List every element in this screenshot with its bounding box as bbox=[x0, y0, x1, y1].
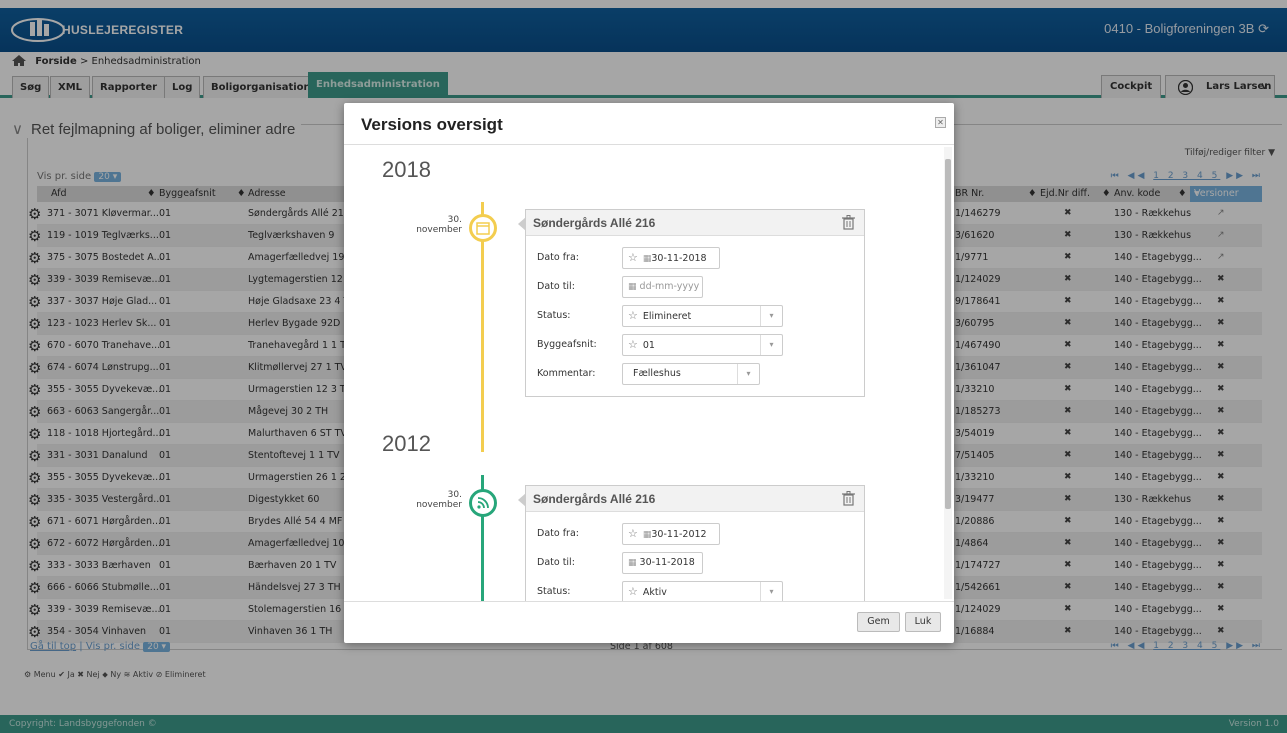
version-address: Søndergårds Allé 216 bbox=[526, 210, 864, 236]
card-pointer bbox=[518, 217, 526, 231]
version-date: 30. november bbox=[416, 215, 462, 235]
byggeafsnit-label: Byggeafsnit: bbox=[537, 339, 597, 350]
calendar-small-icon: ▦ bbox=[628, 558, 637, 568]
version-date: 30. november bbox=[416, 490, 462, 510]
chevron-down-icon: ▾ bbox=[737, 364, 759, 384]
card-pointer bbox=[518, 493, 526, 507]
rss-icon bbox=[469, 489, 497, 517]
dato-til-field[interactable]: ▦ 30-11-2018 bbox=[622, 552, 703, 574]
calendar-icon bbox=[469, 214, 497, 242]
byggeafsnit-select[interactable]: ☆ 01 ▾ bbox=[622, 334, 783, 356]
chevron-down-icon: ▾ bbox=[760, 582, 782, 601]
status-select[interactable]: ☆ Elimineret ▾ bbox=[622, 305, 783, 327]
luk-button[interactable]: Luk bbox=[905, 612, 941, 632]
trash-icon[interactable] bbox=[842, 491, 855, 506]
dato-til-label: Dato til: bbox=[537, 281, 575, 292]
calendar-small-icon: ▦ bbox=[628, 282, 637, 292]
chevron-down-icon: ▾ bbox=[760, 335, 782, 355]
version-card: Søndergårds Allé 216 Dato fra: ☆ ▦30-11-2… bbox=[518, 209, 865, 397]
dialog-footer: Gem Luk bbox=[344, 601, 954, 643]
star-icon[interactable]: ☆ bbox=[628, 585, 638, 598]
star-icon[interactable]: ☆ bbox=[628, 309, 638, 322]
dato-fra-field[interactable]: ☆ ▦30-11-2012 bbox=[622, 523, 720, 545]
version-card: Søndergårds Allé 216 Dato fra: ☆ ▦30-11-2… bbox=[518, 485, 865, 601]
dato-til-label: Dato til: bbox=[537, 557, 575, 568]
versions-dialog: Versions oversigt ✕ 2018 30. november Søn… bbox=[344, 103, 954, 643]
status-label: Status: bbox=[537, 586, 571, 597]
star-icon[interactable]: ☆ bbox=[628, 338, 638, 351]
version-year: 2012 bbox=[382, 431, 431, 456]
gem-button[interactable]: Gem bbox=[857, 612, 900, 632]
status-label: Status: bbox=[537, 310, 571, 321]
star-icon[interactable]: ☆ bbox=[628, 527, 638, 540]
close-icon[interactable]: ✕ bbox=[935, 117, 946, 128]
star-icon[interactable]: ☆ bbox=[628, 251, 638, 264]
dato-til-field[interactable]: ▦ dd-mm-yyyy bbox=[622, 276, 703, 298]
dato-fra-label: Dato fra: bbox=[537, 528, 579, 539]
trash-icon[interactable] bbox=[842, 215, 855, 230]
kommentar-select[interactable]: Fælleshus ▾ bbox=[622, 363, 760, 385]
dialog-title: Versions oversigt bbox=[361, 115, 503, 134]
version-address: Søndergårds Allé 216 bbox=[526, 486, 864, 512]
dato-fra-label: Dato fra: bbox=[537, 252, 579, 263]
version-year: 2018 bbox=[382, 157, 431, 182]
chevron-down-icon: ▾ bbox=[760, 306, 782, 326]
status-select[interactable]: ☆ Aktiv ▾ bbox=[622, 581, 783, 601]
dato-fra-field[interactable]: ☆ ▦30-11-2018 bbox=[622, 247, 720, 269]
dialog-scrollbar[interactable] bbox=[944, 147, 952, 599]
scrollbar-thumb[interactable] bbox=[945, 159, 951, 509]
kommentar-label: Kommentar: bbox=[537, 368, 596, 379]
dialog-body: 2018 30. november Søndergårds Allé 216 Da… bbox=[344, 145, 954, 601]
